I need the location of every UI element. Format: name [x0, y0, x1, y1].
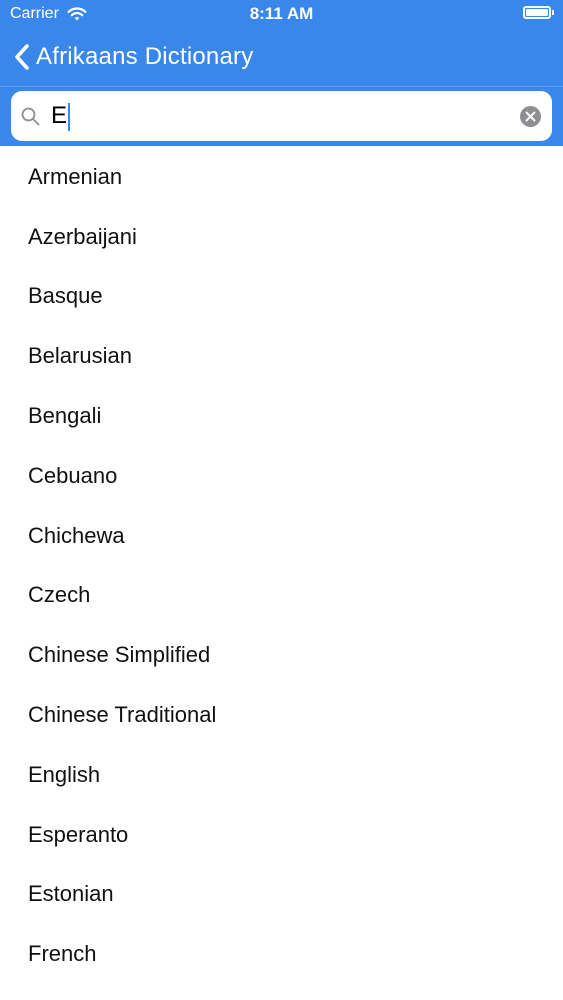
search-input[interactable] [51, 98, 511, 134]
list-item[interactable]: English [0, 745, 563, 805]
status-time: 8:11 AM [249, 4, 314, 23]
x-icon [525, 111, 536, 122]
back-button-label: Afrikaans Dictionary [36, 43, 254, 70]
navigation-bar: Afrikaans Dictionary [0, 30, 563, 84]
list-item[interactable]: Chinese Simplified [0, 625, 563, 685]
list-item[interactable]: Bengali [0, 386, 563, 446]
language-list: Armenian Azerbaijani Basque Belarusian Benga… [0, 147, 563, 984]
list-item[interactable]: Belarusian [0, 326, 563, 386]
chevron-left-icon [15, 44, 29, 70]
list-item[interactable]: Chichewa [0, 506, 563, 566]
list-item[interactable]: Esperanto [0, 805, 563, 865]
header: Carrier 8:11 AM Afrikaans Dictionary [0, 0, 563, 146]
status-bar: Carrier 8:11 AM [0, 0, 563, 30]
list-item[interactable]: Estonian [0, 865, 563, 925]
search-icon [21, 107, 40, 126]
search-bar[interactable] [11, 91, 552, 141]
text-caret [68, 103, 70, 131]
list-item[interactable]: Azerbaijani [0, 207, 563, 267]
back-button[interactable]: Afrikaans Dictionary [14, 40, 253, 74]
list-item[interactable]: Chinese Traditional [0, 685, 563, 745]
list-item[interactable]: Cebuano [0, 446, 563, 506]
battery-icon [523, 6, 554, 19]
list-item[interactable]: French [0, 924, 563, 984]
list-item[interactable]: Czech [0, 566, 563, 626]
list-item[interactable]: Armenian [0, 147, 563, 207]
nav-divider [0, 86, 563, 87]
battery-level [526, 9, 548, 16]
clear-search-button[interactable] [520, 106, 541, 127]
list-item[interactable]: Basque [0, 267, 563, 327]
